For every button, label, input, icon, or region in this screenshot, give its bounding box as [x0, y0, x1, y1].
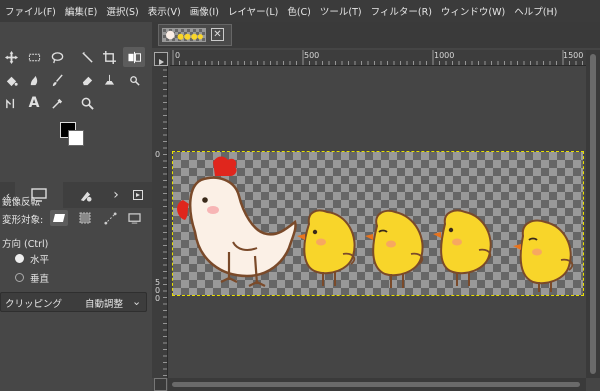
ruler-h-label: 1000 — [434, 51, 455, 60]
menu-windows[interactable]: ウィンドウ(W) — [436, 4, 509, 18]
horizontal-scroll-thumb[interactable] — [172, 382, 580, 387]
clipping-dropdown[interactable]: クリッピング 自動調整 ⌄ — [0, 292, 147, 312]
vertical-label: 垂直 — [30, 274, 50, 285]
image-thumbnail — [162, 28, 206, 42]
rect-select-icon[interactable] — [25, 48, 43, 66]
menu-tools[interactable]: ツール(T) — [315, 4, 366, 18]
paint-bucket-icon[interactable] — [2, 71, 20, 89]
menu-layer[interactable]: レイヤー(L) — [223, 4, 282, 18]
paintbrush-icon[interactable] — [48, 71, 66, 89]
text-tool-icon[interactable]: A — [25, 94, 43, 112]
smudge-icon[interactable] — [25, 71, 43, 89]
vertical-scrollbar[interactable] — [586, 50, 600, 378]
tool-options-title: 鏡像反転 — [2, 197, 41, 208]
fuzzy-select-icon[interactable] — [78, 48, 96, 66]
tab-device-status[interactable] — [74, 185, 96, 205]
chick-illustration — [433, 209, 492, 286]
ruler-h-label: 500 — [304, 51, 320, 60]
menu-filters[interactable]: フィルター(R) — [366, 4, 436, 18]
path-tool-icon[interactable] — [2, 94, 20, 112]
chevron-right-icon[interactable]: › — [110, 185, 122, 205]
menu-view[interactable]: 表示(V) — [143, 4, 185, 18]
horizontal-ruler: 0 500 1000 1500 — [170, 50, 586, 66]
transform-selection-button[interactable] — [76, 210, 94, 226]
crop-icon[interactable] — [100, 48, 118, 66]
navigate-icon[interactable] — [154, 378, 167, 391]
color-picker-icon[interactable] — [48, 94, 66, 112]
chick-illustration — [513, 219, 574, 292]
chickens-illustration — [177, 156, 574, 292]
transform-layer-button[interactable] — [50, 210, 68, 226]
clone-icon[interactable] — [100, 71, 118, 89]
transform-path-button[interactable] — [101, 210, 119, 226]
vertical-scroll-thumb[interactable] — [590, 54, 596, 374]
transform-image-button[interactable] — [125, 210, 143, 226]
transform-label: 変形対象: — [2, 215, 44, 226]
ruler-corner-button[interactable] — [154, 52, 168, 66]
vertical-ruler: 0 5 0 0 — [152, 66, 168, 378]
menu-image[interactable]: 画像(I) — [185, 4, 223, 18]
menu-select[interactable]: 選択(S) — [101, 4, 142, 18]
ruler-h-label: 0 — [175, 51, 181, 60]
smudge-finger-icon[interactable] — [125, 71, 143, 89]
toolbox-dock: A ‹ › 鏡像反転 変形対象: 方向 (Ctrl) 水平 垂直 クリッピング … — [0, 22, 152, 391]
chevron-down-icon: ⌄ — [132, 295, 142, 308]
eraser-icon[interactable] — [78, 71, 96, 89]
direction-label: 方向 (Ctrl) — [2, 239, 49, 250]
menu-help[interactable]: ヘルプ(H) — [509, 4, 561, 18]
menu-file[interactable]: ファイル(F) — [0, 4, 60, 18]
menu-colors[interactable]: 色(C) — [282, 4, 315, 18]
horizontal-scrollbar[interactable] — [168, 378, 586, 391]
close-icon[interactable]: ✕ — [211, 28, 224, 41]
lasso-icon[interactable] — [48, 48, 66, 66]
clipping-value: 自動調整 — [85, 299, 124, 310]
ruler-v-label: 0 — [155, 294, 161, 303]
horizontal-label: 水平 — [30, 255, 50, 266]
zoom-tool-icon[interactable] — [78, 94, 96, 112]
chick-illustration — [297, 209, 356, 286]
color-swatches[interactable] — [60, 122, 86, 148]
radio-vertical[interactable] — [15, 273, 24, 282]
image-tab[interactable]: ✕ — [158, 24, 232, 46]
flip-tool-icon[interactable] — [123, 47, 145, 67]
ruler-v-label: 0 — [155, 150, 161, 159]
chick-illustration — [365, 209, 424, 288]
menu-edit[interactable]: 編集(E) — [60, 4, 101, 18]
background-color[interactable] — [68, 130, 84, 146]
dock-menu-icon[interactable] — [131, 185, 145, 205]
ruler-h-label: 1500 — [563, 51, 584, 60]
clipping-label: クリッピング — [5, 299, 63, 310]
move-tool-icon[interactable] — [2, 48, 20, 66]
image-canvas[interactable] — [172, 151, 584, 296]
hen-illustration — [177, 156, 297, 287]
menu-bar: ファイル(F) 編集(E) 選択(S) 表示(V) 画像(I) レイヤー(L) … — [0, 0, 600, 22]
radio-horizontal[interactable] — [15, 254, 24, 263]
